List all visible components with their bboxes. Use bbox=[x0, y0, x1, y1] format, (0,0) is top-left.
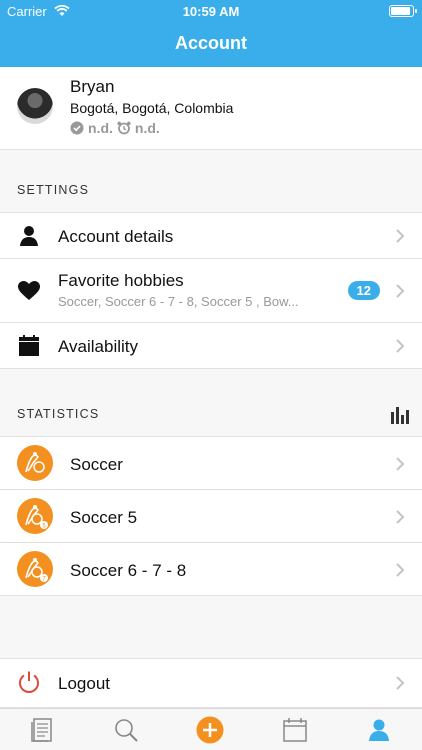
settings-item-label: Availability bbox=[58, 337, 139, 356]
statistics-section-label: STATISTICS bbox=[17, 407, 100, 421]
alarm-clock-icon bbox=[117, 121, 131, 135]
favorite-hobbies-summary: Soccer, Soccer 6 - 7 - 8, Soccer 5 , Bow… bbox=[58, 294, 299, 309]
chevron-right-icon bbox=[395, 675, 405, 691]
calendar-tab-icon[interactable] bbox=[281, 716, 309, 744]
logout-label: Logout bbox=[58, 674, 110, 693]
statistics-item-label: Soccer 5 bbox=[70, 508, 138, 527]
chevron-right-icon bbox=[395, 562, 405, 578]
profile-location: Bogotá, Bogotá, Colombia bbox=[70, 100, 234, 116]
spacer bbox=[0, 596, 422, 659]
profile-meta-value-1: n.d. bbox=[88, 120, 113, 136]
search-icon[interactable] bbox=[112, 716, 140, 744]
statistics-item-soccer-5[interactable]: 5 Soccer 5 bbox=[0, 490, 422, 543]
soccer-icon bbox=[17, 445, 53, 481]
settings-item-account-details[interactable]: Account details bbox=[0, 213, 422, 259]
calendar-icon bbox=[19, 335, 39, 356]
statistics-item-soccer-6-7-8[interactable]: 7 Soccer 6 - 7 - 8 bbox=[0, 543, 422, 596]
chevron-right-icon bbox=[395, 338, 405, 354]
navigation-header: Carrier 10:59 AM Account bbox=[0, 0, 422, 67]
profile-card[interactable]: Bryan Bogotá, Bogotá, Colombia n.d. n.d. bbox=[0, 67, 422, 150]
news-icon[interactable] bbox=[28, 716, 56, 744]
chevron-right-icon bbox=[395, 228, 405, 244]
settings-section-header: SETTINGS bbox=[0, 150, 422, 213]
settings-item-favorite-hobbies[interactable]: Favorite hobbies Soccer, Soccer 6 - 7 - … bbox=[0, 259, 422, 323]
chevron-right-icon bbox=[395, 456, 405, 472]
battery-icon bbox=[389, 5, 417, 17]
profile-name: Bryan bbox=[70, 77, 115, 96]
status-bar: Carrier 10:59 AM bbox=[0, 0, 422, 22]
check-circle-icon bbox=[70, 121, 84, 135]
account-tab-icon[interactable] bbox=[365, 716, 393, 744]
statistics-item-label: Soccer 6 - 7 - 8 bbox=[70, 561, 187, 580]
settings-item-label: Account details bbox=[58, 227, 174, 246]
profile-meta-value-2: n.d. bbox=[134, 120, 160, 136]
tab-bar bbox=[0, 708, 422, 750]
chevron-right-icon bbox=[395, 509, 405, 525]
settings-item-availability[interactable]: Availability bbox=[0, 323, 422, 369]
avatar[interactable] bbox=[17, 88, 53, 124]
statistics-item-label: Soccer bbox=[70, 455, 123, 474]
status-time: 10:59 AM bbox=[182, 4, 240, 19]
settings-item-label: Favorite hobbies bbox=[58, 271, 184, 290]
page-title: Account bbox=[175, 33, 247, 53]
heart-icon bbox=[18, 281, 40, 300]
profile-meta: n.d. n.d. bbox=[70, 120, 160, 136]
settings-section-label: SETTINGS bbox=[17, 183, 90, 197]
person-icon bbox=[20, 226, 38, 246]
soccer-5-icon: 5 bbox=[17, 498, 53, 534]
logout-row[interactable]: Logout bbox=[0, 659, 422, 708]
add-icon[interactable] bbox=[196, 716, 224, 744]
statistics-section-header: STATISTICS bbox=[0, 369, 422, 437]
chevron-right-icon bbox=[395, 283, 405, 299]
power-icon bbox=[19, 671, 39, 693]
soccer-6-7-8-icon: 7 bbox=[17, 551, 53, 587]
statistics-item-soccer[interactable]: Soccer bbox=[0, 437, 422, 490]
hobbies-count-badge: 12 bbox=[347, 281, 380, 300]
bar-chart-icon[interactable] bbox=[390, 404, 410, 424]
